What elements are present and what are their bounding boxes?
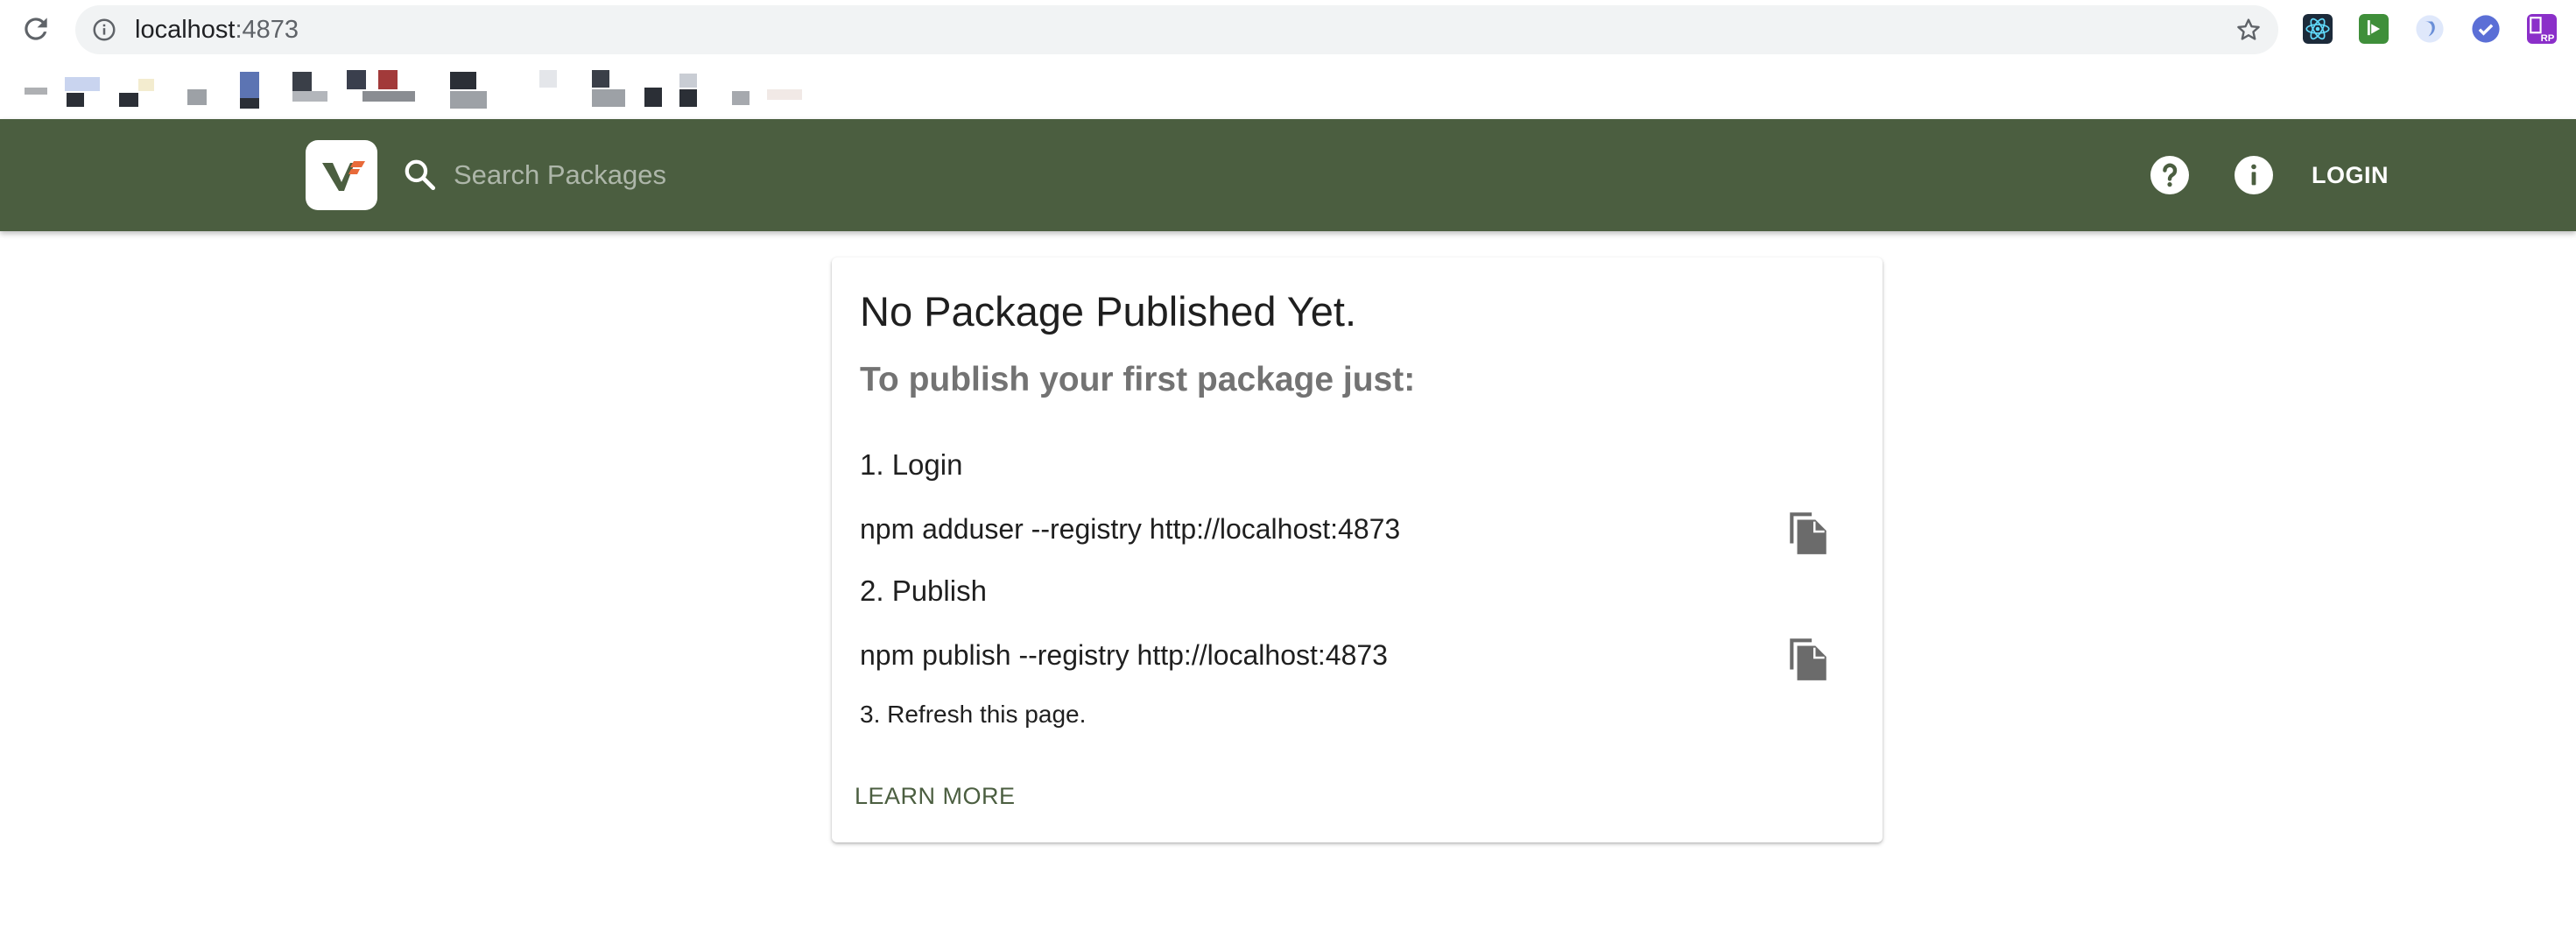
- blue-swirl-extension-icon[interactable]: [2415, 14, 2445, 44]
- bookmark-favicon[interactable]: [362, 91, 415, 102]
- bookmark-star-icon[interactable]: [2235, 16, 2263, 44]
- bookmark-favicon[interactable]: [539, 70, 557, 88]
- bookmark-favicon[interactable]: [292, 91, 327, 102]
- url-host: localhost: [135, 16, 236, 44]
- verdaccio-logo-icon: [322, 161, 365, 191]
- browser-toolbar: localhost:4873 RP: [0, 0, 2576, 60]
- bookmark-favicon[interactable]: [450, 72, 476, 89]
- search-input[interactable]: [454, 149, 1855, 201]
- bookmark-favicon[interactable]: [240, 72, 259, 98]
- step-refresh: 3. Refresh this page.: [860, 701, 1087, 728]
- bookmark-favicon[interactable]: [292, 72, 312, 91]
- login-button[interactable]: LOGIN: [2303, 149, 2397, 201]
- bookmark-favicon[interactable]: [240, 98, 259, 109]
- url-port: :4873: [235, 16, 299, 44]
- bookmark-favicon[interactable]: [450, 91, 487, 109]
- info-icon[interactable]: [2233, 154, 2275, 196]
- bookmark-favicon[interactable]: [187, 89, 207, 105]
- bookmark-favicon[interactable]: [592, 89, 625, 107]
- bookmark-favicon[interactable]: [679, 74, 697, 88]
- bookmark-favicon[interactable]: [138, 79, 154, 91]
- empty-state-card: No Package Published Yet. To publish you…: [832, 257, 1883, 842]
- bookmark-favicon[interactable]: [67, 93, 84, 107]
- card-title: No Package Published Yet.: [860, 288, 1357, 335]
- react-devtools-icon[interactable]: [2303, 14, 2333, 44]
- step-login: 1. Login: [860, 448, 963, 481]
- reload-icon[interactable]: [19, 12, 53, 46]
- svg-text:RP: RP: [2541, 33, 2555, 44]
- learn-more-button[interactable]: LEARN MORE: [848, 774, 1023, 818]
- bookmark-favicon[interactable]: [347, 70, 366, 89]
- copy-login-command-icon[interactable]: [1786, 507, 1830, 556]
- app-header: LOGIN: [0, 119, 2576, 231]
- bookmark-favicon[interactable]: [25, 88, 47, 95]
- step-publish: 2. Publish: [860, 574, 987, 607]
- check-extension-icon[interactable]: [2471, 14, 2501, 44]
- green-extension-icon[interactable]: [2359, 14, 2389, 44]
- bookmark-favicon[interactable]: [592, 70, 609, 88]
- copy-publish-command-icon[interactable]: [1786, 633, 1830, 682]
- site-info-icon[interactable]: [91, 17, 117, 43]
- help-icon[interactable]: [2149, 154, 2191, 196]
- address-bar[interactable]: localhost:4873: [75, 5, 2278, 54]
- bookmark-favicon[interactable]: [732, 91, 750, 105]
- url-text[interactable]: localhost:4873: [135, 5, 299, 54]
- login-command: npm adduser --registry http://localhost:…: [860, 513, 1401, 545]
- publish-command: npm publish --registry http://localhost:…: [860, 639, 1388, 671]
- verdaccio-logo[interactable]: [306, 140, 377, 210]
- bookmark-favicon[interactable]: [119, 93, 138, 107]
- bookmark-favicon[interactable]: [65, 77, 100, 91]
- bookmark-favicon[interactable]: [644, 88, 662, 107]
- rp-extension-icon[interactable]: RP: [2527, 14, 2557, 44]
- card-subtitle: To publish your first package just:: [860, 361, 1416, 398]
- search-icon: [405, 159, 436, 191]
- bookmark-favicon[interactable]: [679, 89, 697, 107]
- bookmark-favicon[interactable]: [378, 70, 398, 89]
- bookmark-favicon[interactable]: [767, 89, 802, 100]
- bookmarks-bar: [0, 60, 2576, 119]
